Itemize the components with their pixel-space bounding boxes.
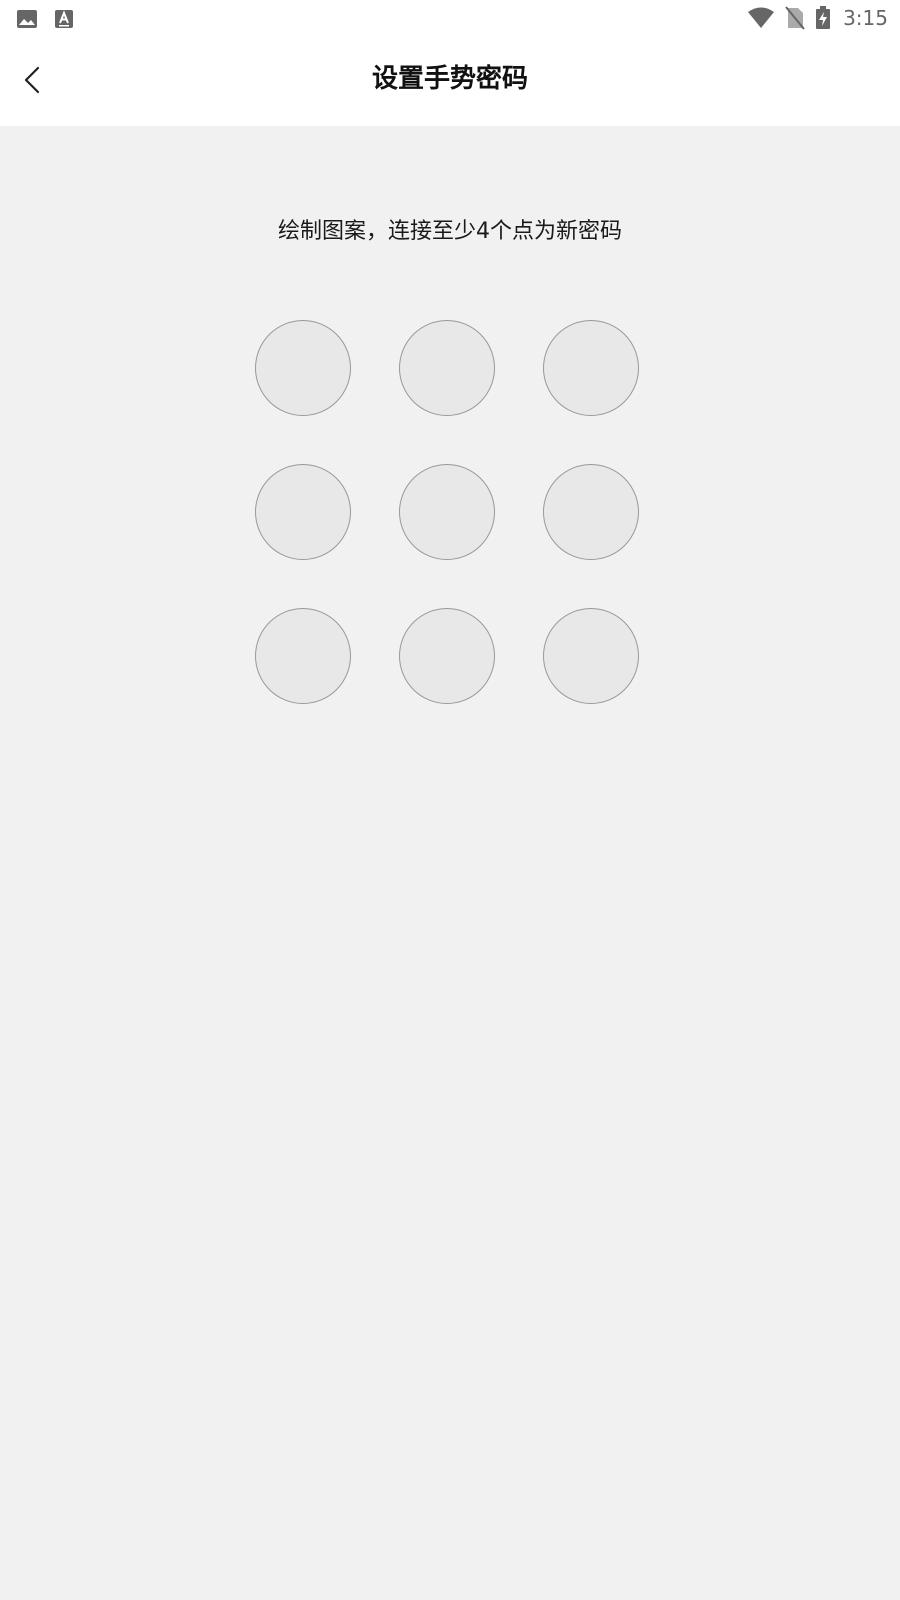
pattern-dot-6[interactable] (543, 464, 639, 560)
image-icon (16, 8, 38, 30)
pattern-dot-4[interactable] (255, 464, 351, 560)
page-title: 设置手势密码 (371, 64, 528, 94)
header-bar: 设置手势密码 (0, 36, 900, 126)
wifi-icon (747, 7, 775, 29)
gesture-pattern-grid[interactable] (255, 320, 645, 710)
battery-charging-icon (815, 6, 831, 30)
pattern-dot-3[interactable] (543, 320, 639, 416)
status-left-icons (16, 8, 74, 30)
pattern-dot-2[interactable] (399, 320, 495, 416)
status-right-icons: 3:15 (747, 6, 888, 30)
no-sim-icon (785, 6, 805, 30)
pattern-dot-7[interactable] (255, 608, 351, 704)
status-bar: 3:15 (0, 0, 900, 36)
status-time: 3:15 (843, 6, 888, 30)
pattern-dot-8[interactable] (399, 608, 495, 704)
pattern-dot-9[interactable] (543, 608, 639, 704)
font-a-icon (54, 9, 74, 29)
pattern-dot-5[interactable] (399, 464, 495, 560)
pattern-dot-1[interactable] (255, 320, 351, 416)
pattern-instruction: 绘制图案，连接至少4个点为新密码 (278, 219, 622, 244)
